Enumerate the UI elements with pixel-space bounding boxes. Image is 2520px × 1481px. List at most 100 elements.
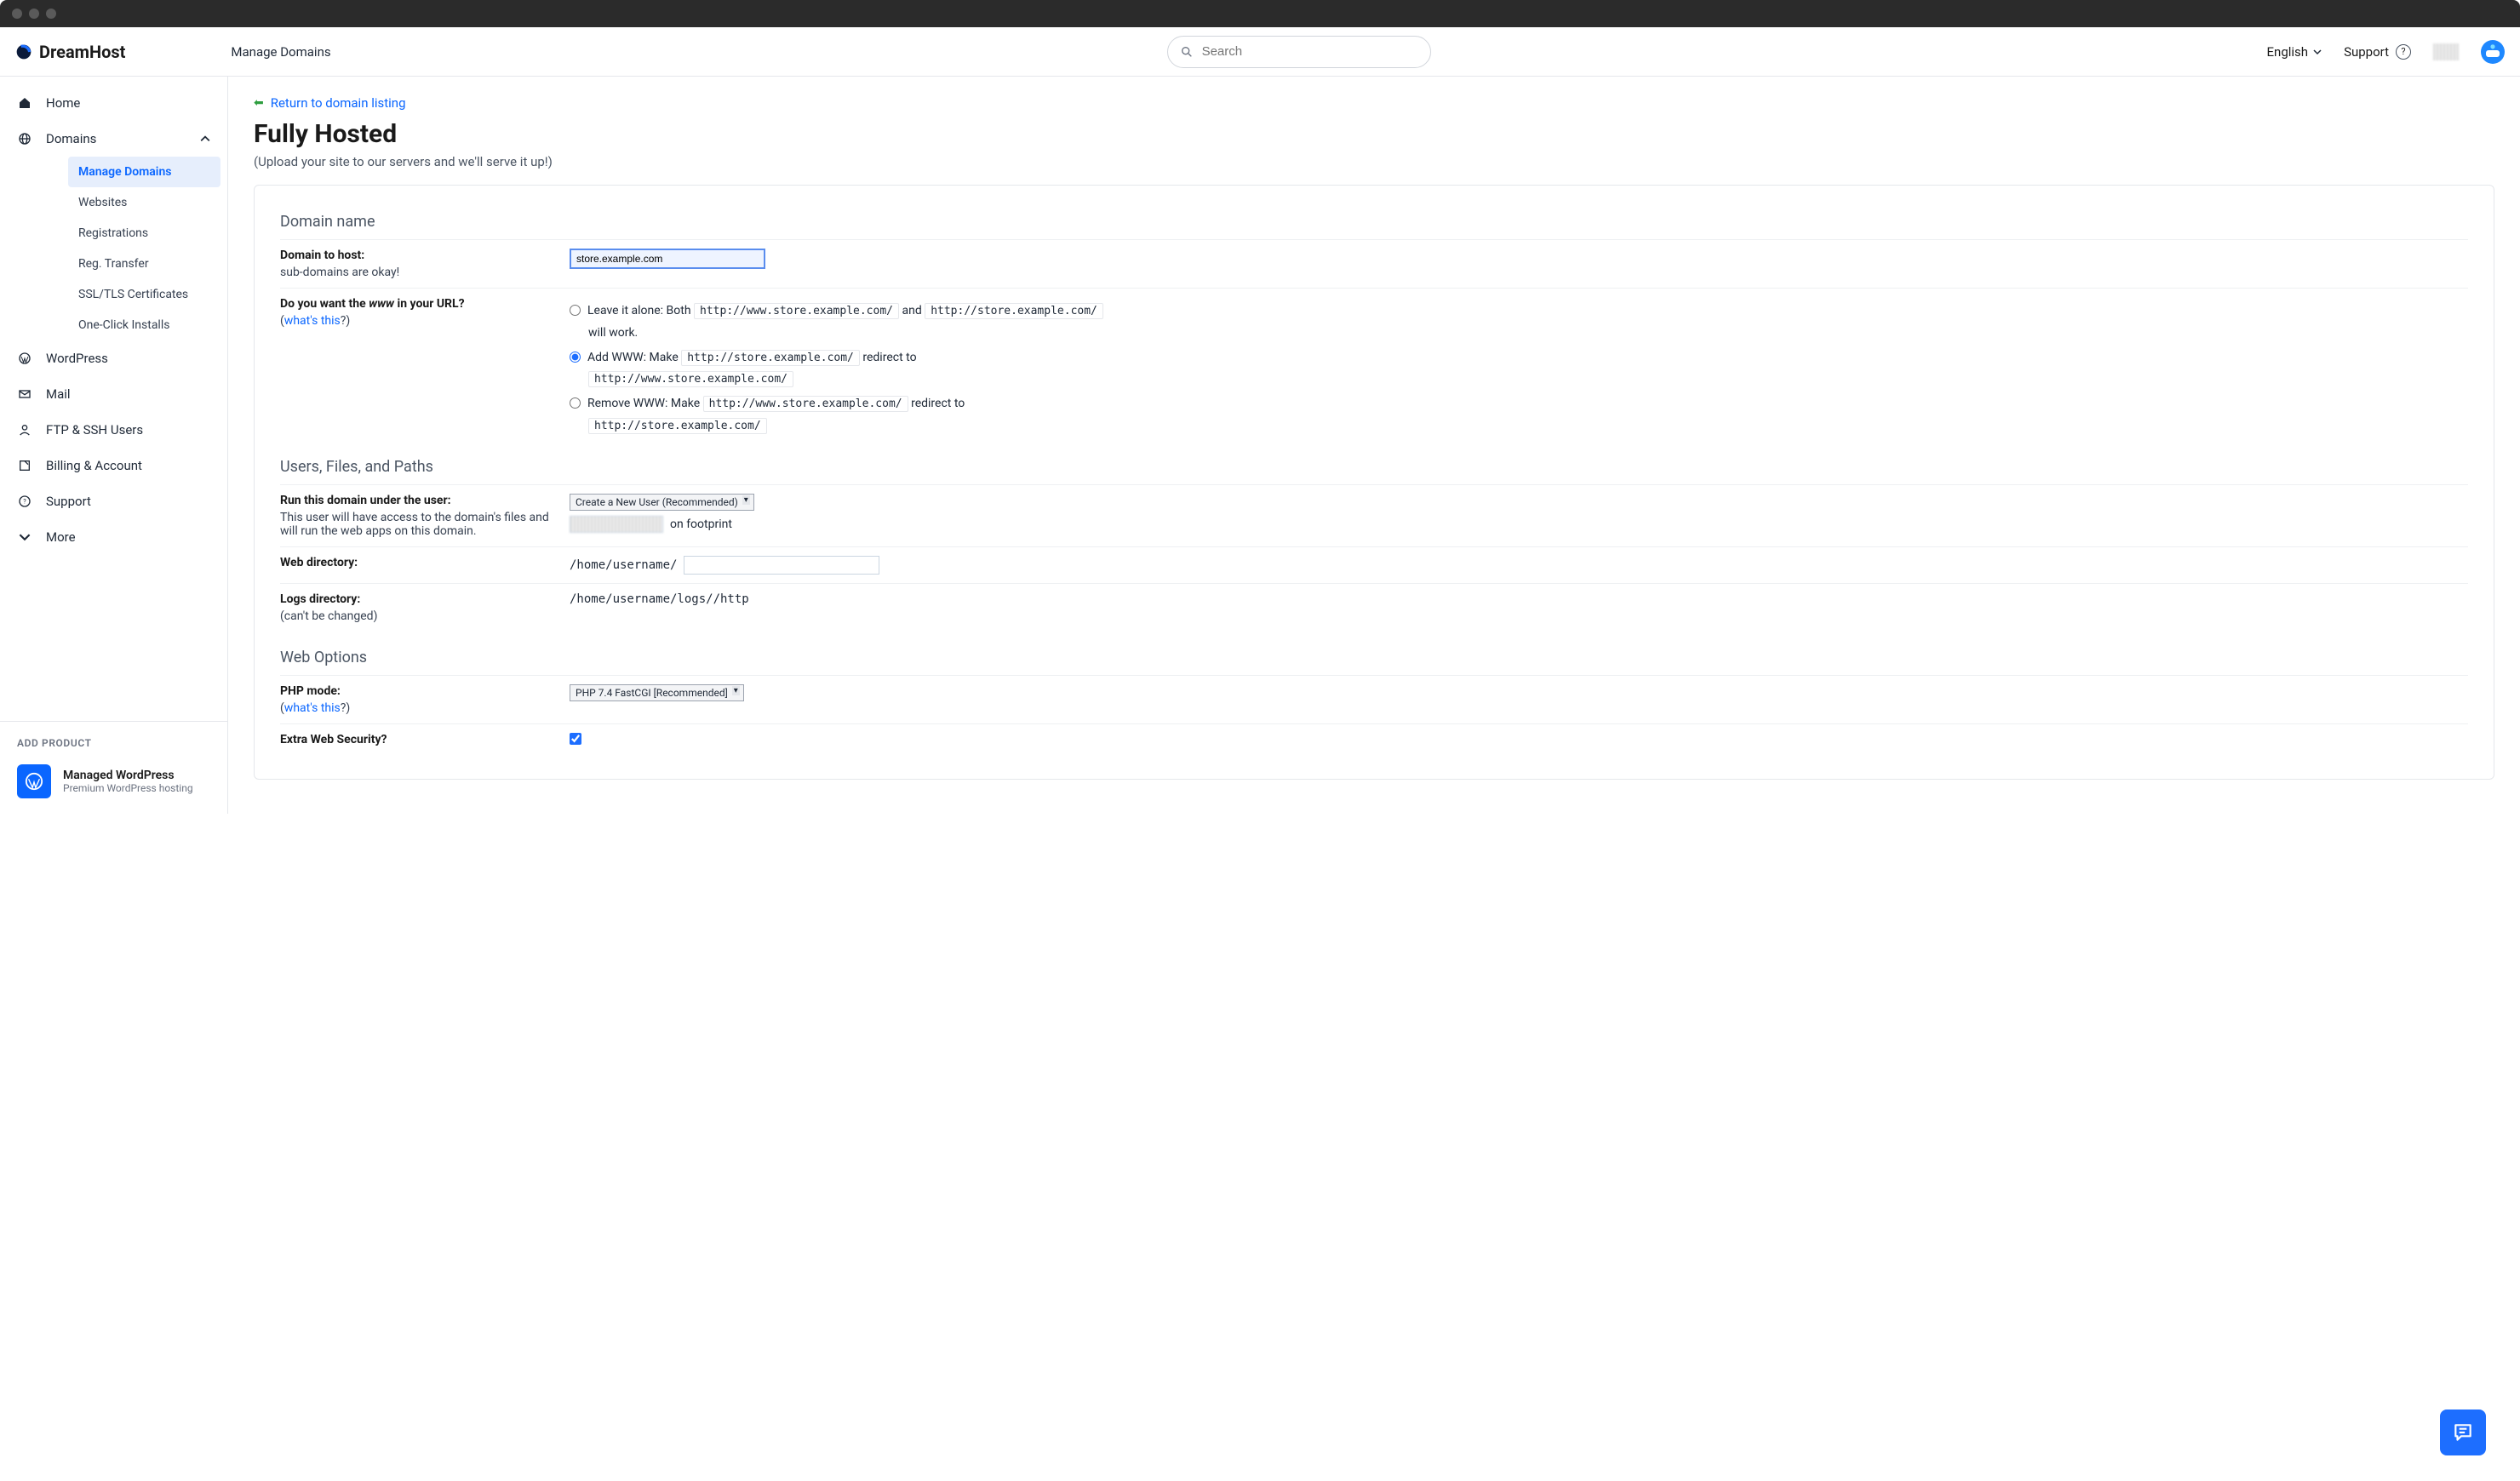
domain-to-host-label: Domain to host: — [280, 249, 553, 262]
run-user-label: Run this domain under the user: — [280, 494, 553, 507]
extra-security-label: Extra Web Security? — [280, 733, 553, 746]
user-icon — [17, 423, 32, 437]
topbar-title: Manage Domains — [231, 44, 330, 60]
sidebar: Home Domains Manage Domains Websites Reg… — [0, 77, 228, 814]
back-to-listing-link[interactable]: ⬅ Return to domain listing — [254, 95, 406, 111]
chat-fab-button[interactable] — [2440, 1410, 2486, 1455]
main-content: ⬅ Return to domain listing Fully Hosted … — [228, 77, 2520, 814]
logs-dir-value: /home/username/logs//http — [570, 592, 749, 606]
www-add-target: http://www.store.example.com/ — [588, 371, 793, 387]
web-dir-input[interactable] — [684, 556, 879, 575]
row-web-directory: Web directory: /home/username/ — [280, 546, 2468, 583]
php-whats-this-link[interactable]: what's this — [284, 701, 341, 715]
page-subtitle: (Upload your site to our servers and we'… — [254, 154, 2494, 169]
wordpress-badge-icon — [17, 764, 51, 798]
sidebar-sub-manage-domains[interactable]: Manage Domains — [68, 157, 220, 187]
www-remove-option: Remove WWW: Make http://www.store.exampl… — [570, 392, 2468, 415]
footprint-label: on footprint — [670, 517, 732, 531]
sidebar-item-support[interactable]: ? Support — [0, 483, 227, 519]
row-logs-directory: Logs directory: (can't be changed) /home… — [280, 583, 2468, 632]
chevron-down-icon — [2313, 48, 2322, 56]
home-icon — [17, 96, 32, 110]
dreamhost-icon — [15, 43, 32, 60]
sidebar-item-label: Support — [46, 494, 91, 509]
chevron-up-icon — [200, 134, 210, 144]
mail-icon — [17, 387, 32, 401]
back-arrow-icon: ⬅ — [254, 96, 264, 110]
logs-dir-label: Logs directory: — [280, 592, 553, 606]
domain-to-host-input[interactable] — [570, 249, 765, 269]
www-option-label: Do you want the www in your URL? — [280, 297, 553, 311]
help-icon: ? — [2396, 44, 2411, 60]
sidebar-sub-reg-transfer[interactable]: Reg. Transfer — [48, 249, 227, 279]
extra-security-checkbox[interactable] — [570, 733, 581, 745]
run-user-select[interactable]: Create a New User (Recommended) — [570, 494, 754, 511]
username-blur-field[interactable] — [570, 516, 663, 533]
www-remove-target: http://store.example.com/ — [588, 418, 767, 434]
wp-promo-title: Managed WordPress — [63, 769, 193, 782]
sidebar-item-home[interactable]: Home — [0, 85, 227, 121]
minimize-window-icon[interactable] — [29, 9, 39, 19]
sidebar-item-billing[interactable]: Billing & Account — [0, 448, 227, 483]
www-remove-radio[interactable] — [570, 397, 581, 409]
sidebar-add-product: ADD PRODUCT Managed WordPress Premium Wo… — [0, 721, 227, 814]
web-dir-label: Web directory: — [280, 556, 553, 569]
whats-this-link[interactable]: what's this — [284, 314, 341, 328]
www-whats-this: (what's this?) — [280, 314, 553, 328]
sidebar-item-label: WordPress — [46, 351, 108, 366]
sidebar-item-label: More — [46, 529, 76, 545]
sidebar-sub-oneclick[interactable]: One-Click Installs — [48, 310, 227, 340]
help-circle-icon: ? — [17, 495, 32, 508]
billing-icon — [17, 459, 32, 472]
sidebar-sub-websites[interactable]: Websites — [48, 187, 227, 218]
row-domain-to-host: Domain to host: sub-domains are okay! — [280, 239, 2468, 288]
maximize-window-icon[interactable] — [46, 9, 56, 19]
sidebar-item-domains[interactable]: Domains — [0, 121, 227, 157]
sidebar-item-ftp[interactable]: FTP & SSH Users — [0, 412, 227, 448]
support-label: Support — [2344, 44, 2389, 60]
www-leave-radio[interactable] — [570, 305, 581, 316]
managed-wordpress-promo[interactable]: Managed WordPress Premium WordPress host… — [17, 764, 210, 798]
sidebar-item-label: Domains — [46, 131, 96, 146]
sidebar-item-label: Home — [46, 95, 80, 111]
language-selector[interactable]: English — [2267, 44, 2322, 60]
logs-dir-hint: (can't be changed) — [280, 609, 553, 623]
search-box[interactable] — [1167, 36, 1431, 68]
section-weboptions-heading: Web Options — [280, 649, 2468, 666]
brand-name: DreamHost — [39, 42, 125, 62]
sidebar-item-label: Billing & Account — [46, 458, 142, 473]
wordpress-icon — [17, 352, 32, 365]
close-window-icon[interactable] — [12, 9, 22, 19]
chevron-down-icon — [17, 531, 32, 543]
form-panel: Domain name Domain to host: sub-domains … — [254, 185, 2494, 780]
www-add-option: Add WWW: Make http://store.example.com/ … — [570, 346, 2468, 369]
section-domain-heading: Domain name — [280, 213, 2468, 231]
topbar: DreamHost Manage Domains English Support… — [0, 27, 2520, 77]
www-leave-suffix: will work. — [588, 326, 2468, 340]
domain-hint: sub-domains are okay! — [280, 266, 553, 279]
row-run-user: Run this domain under the user: This use… — [280, 484, 2468, 546]
php-mode-select[interactable]: PHP 7.4 FastCGI [Recommended] — [570, 684, 744, 701]
language-label: English — [2267, 44, 2309, 60]
sidebar-sub-ssl[interactable]: SSL/TLS Certificates — [48, 279, 227, 310]
sidebar-item-mail[interactable]: Mail — [0, 376, 227, 412]
brand-logo[interactable]: DreamHost — [15, 42, 125, 62]
bot-avatar-icon[interactable] — [2481, 40, 2505, 64]
window-titlebar — [0, 0, 2520, 27]
sidebar-item-more[interactable]: More — [0, 519, 227, 555]
sidebar-sub-registrations[interactable]: Registrations — [48, 218, 227, 249]
chat-icon — [2452, 1421, 2474, 1444]
php-mode-label: PHP mode: — [280, 684, 553, 698]
search-input[interactable] — [1202, 44, 1418, 59]
add-product-heading: ADD PRODUCT — [17, 737, 210, 749]
svg-text:?: ? — [23, 498, 26, 506]
globe-icon — [17, 132, 32, 146]
account-placeholder[interactable] — [2433, 43, 2459, 60]
support-link[interactable]: Support ? — [2344, 44, 2411, 60]
search-icon — [1180, 45, 1194, 59]
back-link-label: Return to domain listing — [271, 95, 406, 111]
sidebar-domains-submenu: Manage Domains Websites Registrations Re… — [0, 157, 227, 340]
sidebar-item-wordpress[interactable]: WordPress — [0, 340, 227, 376]
web-dir-prefix: /home/username/ — [570, 558, 677, 572]
www-add-radio[interactable] — [570, 352, 581, 363]
